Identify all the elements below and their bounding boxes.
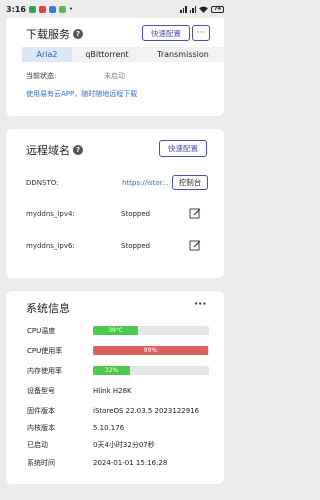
ddnsto-console-button[interactable]: 控制台 [172,175,208,190]
kernel-label: 内核版本 [27,423,55,432]
edit-icon[interactable] [189,207,201,219]
uptime-value: 0天4小时32分07秒 [93,440,155,449]
firmware-label: 固件版本 [27,406,55,415]
tab-qbittorrent[interactable]: qBittorrent [72,47,142,62]
status-value: 未启动 [104,72,125,80]
info-row-firmware: 固件版本 iStoreOS 22.03.5 2023122916 [27,405,217,416]
memory-usage-label: 内存使用率 [27,366,62,375]
app-icon-2 [58,5,66,13]
system-more-button[interactable]: ··· [194,297,207,310]
cpu-usage-fill: 99% [93,346,208,355]
memory-usage-value: 32% [104,367,119,374]
cpu-usage-bar: 99% [93,346,209,355]
system-info-card: 系统信息 ··· CPU温度 39°C CPU使用率 99% 内存使用率 32%… [6,291,224,484]
tab-aria2[interactable]: Aria2 [22,47,72,62]
firmware-value: iStoreOS 22.03.5 2023122916 [93,406,200,415]
remote-domain-title: 远程域名 [26,144,70,157]
remote-quick-config-button[interactable]: 快速配置 [159,140,207,157]
remote-domain-card: 远程域名 ? 快速配置 DDNSTO: https://istor... 控制台… [6,129,224,278]
info-row-kernel: 内核版本 5.10.176 [27,422,217,433]
download-service-card: 下载服务 ? 快速配置 ··· Aria2 qBittorrent Transm… [6,18,224,116]
cpu-usage-value: 99% [143,347,158,354]
memory-usage-bar: 32% [93,366,209,375]
info-row-device-model: 设备型号 Hlink H28K [27,385,217,396]
status-time: 3:16 [6,4,26,14]
myddns-ipv4-label: myddns_ipv4: [26,210,75,218]
ddnsto-url-link[interactable]: https://istor... [122,179,169,187]
wechat-icon [28,5,36,13]
kernel-value: 5.10.176 [93,423,125,432]
download-service-header: 下载服务 ? [26,26,83,42]
download-tabs: Aria2 qBittorrent Transmission [22,47,224,62]
system-info-title: 系统信息 [26,302,70,315]
app-remote-download-link[interactable]: 使用易有云APP，随时随地远程下载 [26,89,137,99]
battery-icon: 74 [211,5,224,13]
notification-icon [38,5,46,13]
help-icon[interactable]: ? [73,145,83,155]
remote-domain-header: 远程域名 ? [26,142,83,158]
cpu-temp-fill: 39°C [93,326,139,335]
device-model-value: Hlink H28K [93,386,132,395]
system-info-header: 系统信息 [26,300,70,316]
myddns-ipv6-label: myddns_ipv6: [26,242,75,250]
memory-usage-fill: 32% [93,366,131,375]
info-row-uptime: 已启动 0天4小时32分07秒 [27,439,217,450]
tab-transmission[interactable]: Transmission [142,47,224,62]
status-bar: 3:16 • 74 [0,0,230,18]
myddns-ipv6-status: Stopped [121,242,151,250]
system-time-label: 系统时间 [27,458,55,467]
cpu-usage-row: CPU使用率 99% [27,345,217,356]
more-notifications-icon: • [68,5,74,13]
help-icon[interactable]: ? [73,29,83,39]
cpu-temp-label: CPU温度 [27,326,56,335]
download-more-button[interactable]: ··· [192,25,210,41]
cpu-temp-bar: 39°C [93,326,209,335]
cpu-temp-row: CPU温度 39°C [27,325,217,336]
info-row-system-time: 系统时间 2024-01-01 15:16:28 [27,457,217,468]
ddnsto-label: DDNSTO: [26,179,59,187]
wifi-icon [199,5,208,13]
status-label: 当前状态: [26,72,57,80]
cpu-usage-label: CPU使用率 [27,346,63,355]
cpu-temp-value: 39°C [108,327,124,334]
signal-icon [180,5,187,13]
download-quick-config-button[interactable]: 快速配置 [142,25,190,41]
uptime-label: 已启动 [27,440,48,449]
app-icon [48,5,56,13]
device-model-label: 设备型号 [27,386,55,395]
edit-icon[interactable] [189,239,201,251]
system-time-value: 2024-01-01 15:16:28 [93,458,168,467]
signal-icon-2 [189,5,197,13]
download-service-title: 下载服务 [26,28,70,41]
myddns-ipv4-status: Stopped [121,210,151,218]
memory-usage-row: 内存使用率 32% [27,365,217,376]
